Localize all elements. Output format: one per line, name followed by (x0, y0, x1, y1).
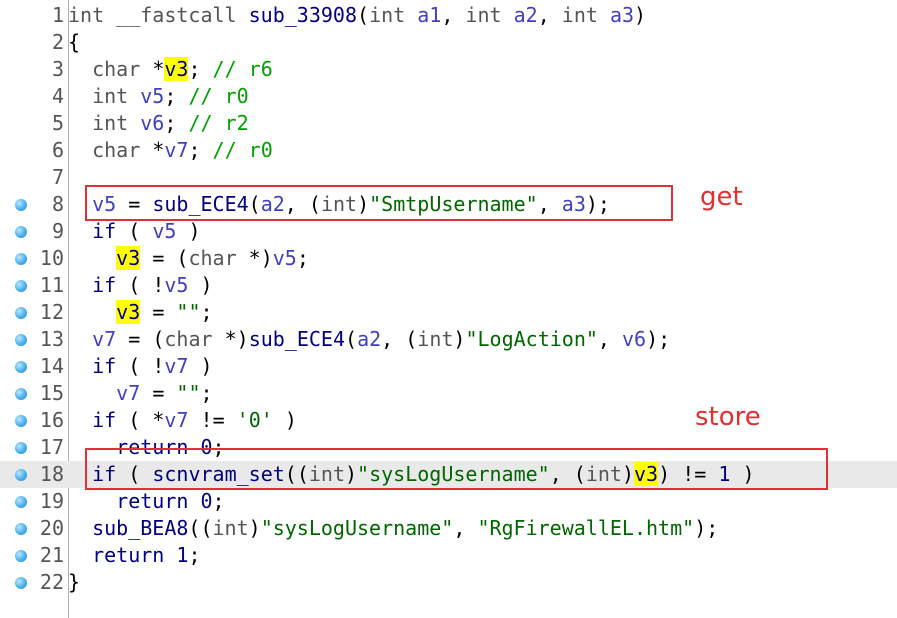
line-number: 3 (51, 57, 64, 81)
line-number: 15 (39, 381, 64, 405)
annotation-store: store (695, 402, 761, 432)
line-number: 10 (39, 246, 64, 270)
code-line[interactable]: 16 if ( *v7 != '0' ) (0, 407, 897, 434)
code-text: int v6; // r2 (92, 111, 249, 135)
line-number: 8 (51, 192, 64, 216)
breakpoint-dot-icon[interactable] (15, 415, 27, 427)
code-text: } (68, 570, 81, 594)
code-text: return 0; (116, 489, 225, 513)
code-text: char *v3; // r6 (92, 57, 273, 81)
code-text: int v5; // r0 (92, 84, 249, 108)
line-number: 20 (39, 516, 64, 540)
breakpoint-dot-icon[interactable] (15, 577, 27, 589)
breakpoint-dot-icon[interactable] (15, 226, 27, 238)
code-line[interactable]: 21 return 1; (0, 542, 897, 569)
code-text: v3 = (char *)v5; (116, 246, 309, 270)
code-line[interactable]: 10 v3 = (char *)v5; (0, 245, 897, 272)
line-number: 5 (51, 111, 64, 135)
line-number: 9 (51, 219, 64, 243)
code-line[interactable]: 2{ (0, 29, 897, 56)
code-line[interactable]: 15 v7 = ""; (0, 380, 897, 407)
line-number: 21 (39, 543, 64, 567)
code-text: v7 = ""; (116, 381, 213, 405)
line-number: 6 (51, 138, 64, 162)
breakpoint-dot-icon[interactable] (15, 469, 27, 481)
breakpoint-dot-icon[interactable] (15, 523, 27, 535)
code-line[interactable]: 20 sub_BEA8((int)"sysLogUsername", "RgFi… (0, 515, 897, 542)
line-number: 11 (39, 273, 64, 297)
code-text: if ( !v5 ) (92, 273, 213, 297)
code-line[interactable]: 5 int v6; // r2 (0, 110, 897, 137)
code-line[interactable]: 4 int v5; // r0 (0, 83, 897, 110)
code-line[interactable]: 12 v3 = ""; (0, 299, 897, 326)
line-number: 19 (39, 489, 64, 513)
code-text: sub_BEA8((int)"sysLogUsername", "RgFirew… (92, 516, 719, 540)
code-line[interactable]: 19 return 0; (0, 488, 897, 515)
code-line[interactable]: 22} (0, 569, 897, 596)
breakpoint-dot-icon[interactable] (15, 199, 27, 211)
code-line[interactable]: 11 if ( !v5 ) (0, 272, 897, 299)
code-line[interactable]: 14 if ( !v7 ) (0, 353, 897, 380)
line-number: 22 (39, 570, 64, 594)
breakpoint-dot-icon[interactable] (15, 361, 27, 373)
breakpoint-dot-icon[interactable] (15, 307, 27, 319)
code-line[interactable]: 9 if ( v5 ) (0, 218, 897, 245)
line-number: 7 (51, 165, 64, 189)
get-highlight-box (85, 185, 673, 221)
line-number: 2 (51, 30, 64, 54)
annotation-get: get (700, 182, 743, 212)
code-text: if ( *v7 != '0' ) (92, 408, 297, 432)
line-number: 13 (39, 327, 64, 351)
breakpoint-dot-icon[interactable] (15, 388, 27, 400)
line-number: 12 (39, 300, 64, 324)
breakpoint-dot-icon[interactable] (15, 496, 27, 508)
code-line[interactable]: 1 int __fastcall sub_33908(int a1, int a2… (0, 2, 897, 29)
line-number: 17 (39, 435, 64, 459)
code-text: return 1; (92, 543, 201, 567)
code-text: v7 = (char *)sub_ECE4(a2, (int)"LogActio… (92, 327, 671, 351)
line-number: 18 (39, 462, 64, 486)
breakpoint-dot-icon[interactable] (15, 334, 27, 346)
code-text: { (68, 30, 81, 54)
breakpoint-dot-icon[interactable] (15, 253, 27, 265)
code-text: v3 = ""; (116, 300, 213, 324)
code-line[interactable]: 6 char *v7; // r0 (0, 137, 897, 164)
code-text: int __fastcall sub_33908(int a1, int a2,… (68, 3, 647, 27)
code-line[interactable]: 3 char *v3; // r6 (0, 56, 897, 83)
line-number: 16 (39, 408, 64, 432)
line-number: 4 (51, 84, 64, 108)
breakpoint-dot-icon[interactable] (15, 550, 27, 562)
breakpoint-dot-icon[interactable] (15, 442, 27, 454)
code-text: char *v7; // r0 (92, 138, 273, 162)
code-text: if ( !v7 ) (92, 354, 213, 378)
line-number: 1 (51, 3, 64, 27)
breakpoint-dot-icon[interactable] (15, 280, 27, 292)
pseudocode-editor[interactable]: 1 int __fastcall sub_33908(int a1, int a2… (0, 0, 897, 618)
store-highlight-box (85, 448, 828, 490)
code-line[interactable]: 13 v7 = (char *)sub_ECE4(a2, (int)"LogAc… (0, 326, 897, 353)
line-number: 14 (39, 354, 64, 378)
code-text: if ( v5 ) (92, 219, 201, 243)
